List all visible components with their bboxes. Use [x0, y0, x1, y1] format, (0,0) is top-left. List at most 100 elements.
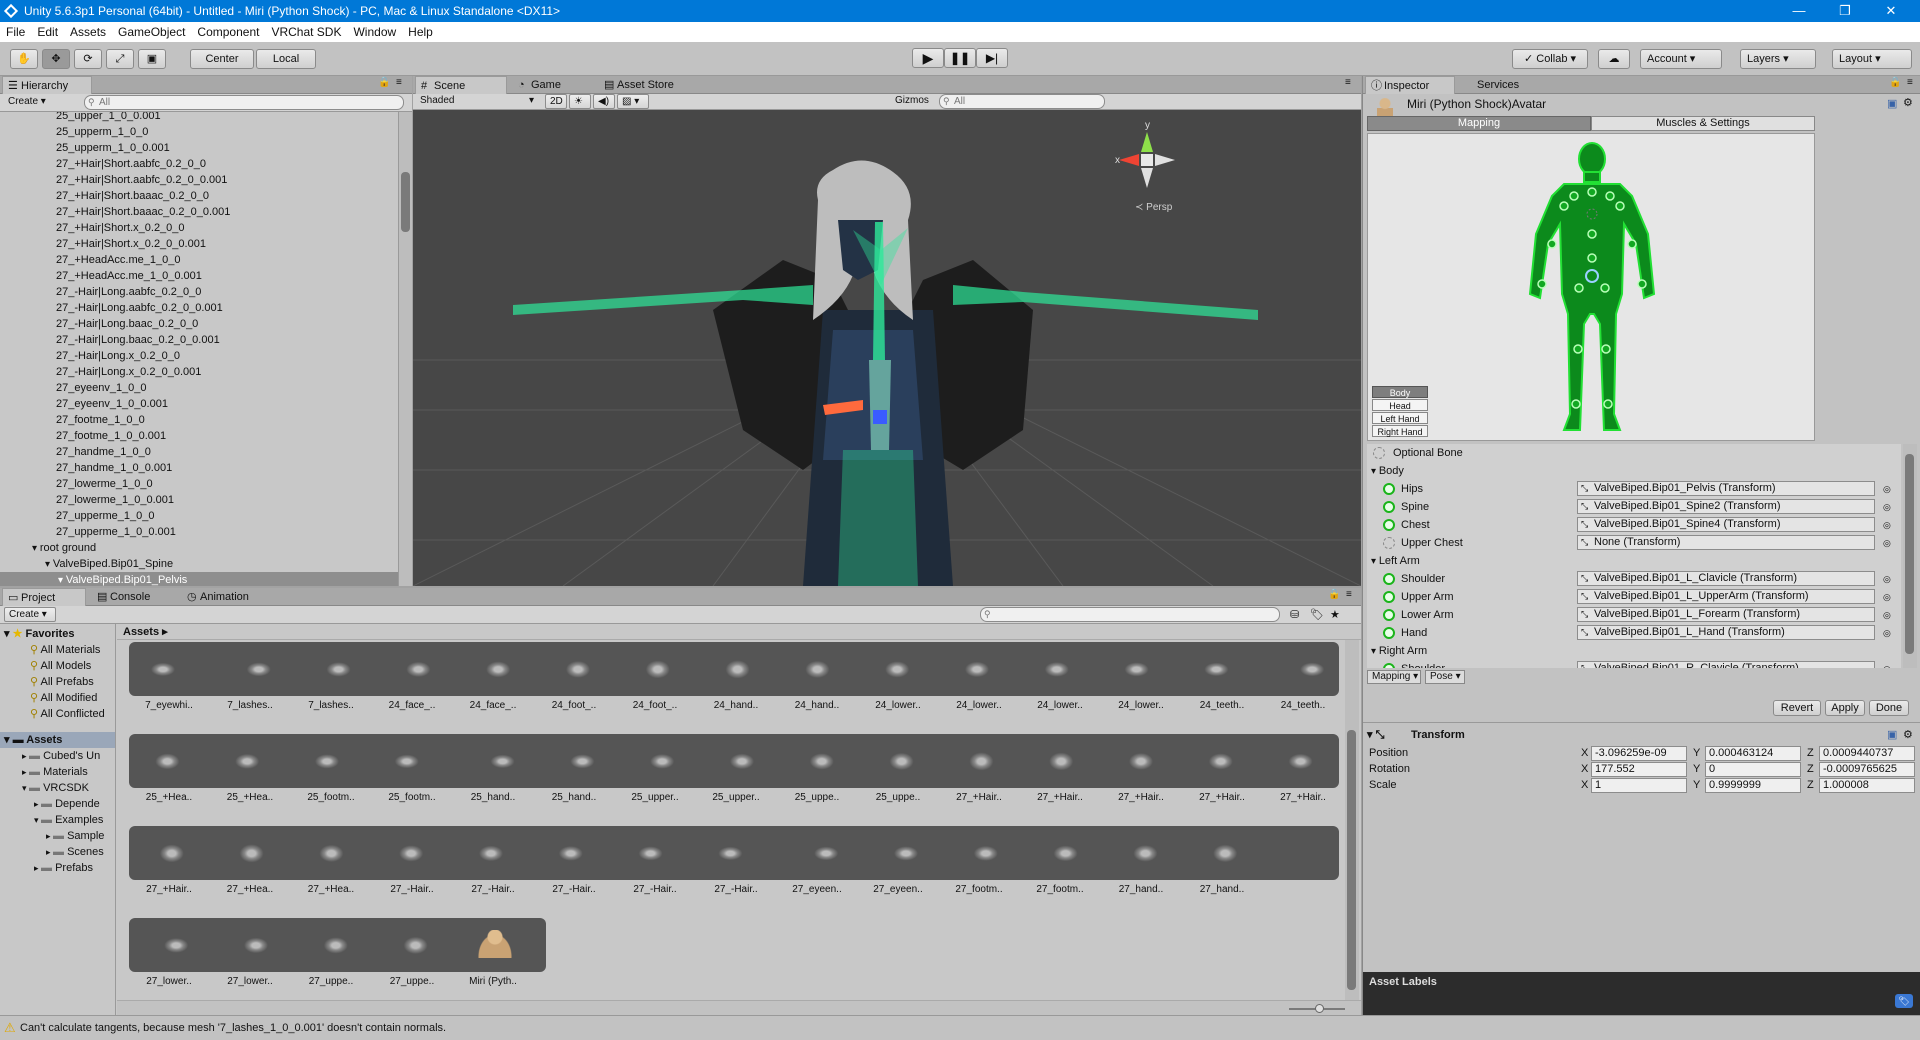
- head-view-button[interactable]: Head: [1372, 399, 1428, 411]
- asset-label[interactable]: 27_uppe..: [291, 976, 371, 992]
- play-button[interactable]: ▶: [912, 48, 944, 68]
- status-bar[interactable]: ⚠ Can't calculate tangents, because mesh…: [0, 1015, 1920, 1040]
- hierarchy-item[interactable]: ▾ ValveBiped.Bip01_Spine: [0, 556, 398, 572]
- pose-dropdown[interactable]: Pose ▾: [1425, 670, 1465, 684]
- asset-thumbnail[interactable]: [799, 746, 839, 774]
- position-x-field[interactable]: -3.096259e-09: [1591, 746, 1687, 761]
- tab-asset-store[interactable]: ▤ Asset Store: [599, 76, 709, 94]
- menu-window[interactable]: Window: [347, 22, 402, 42]
- object-picker-icon[interactable]: ◎: [1883, 624, 1891, 642]
- hierarchy-item[interactable]: 27_+Hair|Short.x_0.2_0_0: [0, 220, 398, 236]
- asset-thumbnail[interactable]: [232, 654, 272, 682]
- hierarchy-item[interactable]: ▾ root ground: [0, 540, 398, 556]
- asset-thumbnail[interactable]: [637, 654, 677, 682]
- hierarchy-create-button[interactable]: Create ▾: [4, 95, 56, 110]
- favorite-item[interactable]: ⚲ All Models: [30, 658, 91, 674]
- asset-label[interactable]: 25_upper..: [615, 792, 695, 808]
- menu-gameobject[interactable]: GameObject: [112, 22, 191, 42]
- left-hand-view-button[interactable]: Left Hand: [1372, 412, 1428, 424]
- expand-arrow-icon[interactable]: ▸: [22, 767, 29, 777]
- object-picker-icon[interactable]: ◎: [1883, 606, 1891, 624]
- rect-tool-button[interactable]: ▣: [138, 49, 166, 69]
- effects-dropdown[interactable]: ▨ ▾: [617, 94, 649, 109]
- asset-label[interactable]: 27_+Hair..: [1182, 792, 1262, 808]
- expand-arrow-icon[interactable]: ▾: [34, 815, 41, 825]
- gear-icon[interactable]: ⚙: [1903, 726, 1913, 744]
- asset-thumbnail[interactable]: [1204, 654, 1244, 682]
- expand-arrow-icon[interactable]: ▸: [34, 863, 41, 873]
- asset-thumbnail[interactable]: [313, 930, 353, 958]
- rotation-x-field[interactable]: 177.552: [1591, 762, 1687, 777]
- asset-thumbnail[interactable]: [1042, 746, 1082, 774]
- tab-project[interactable]: ▭ Project: [2, 588, 86, 606]
- bone-status-icon[interactable]: [1383, 483, 1395, 495]
- hierarchy-item[interactable]: 27_-Hair|Long.x_0.2_0_0: [0, 348, 398, 364]
- asset-label[interactable]: 27_-Hair..: [372, 884, 452, 900]
- hierarchy-item[interactable]: 25_upperm_1_0_0: [0, 124, 398, 140]
- asset-thumbnail[interactable]: [313, 654, 353, 682]
- bone-transform-field[interactable]: ⤡ ValveBiped.Bip01_L_Hand (Transform): [1577, 625, 1875, 640]
- lock-icon[interactable]: 🔒: [1889, 77, 1901, 88]
- bone-transform-field[interactable]: ⤡ ValveBiped.Bip01_L_Clavicle (Transform): [1577, 571, 1875, 586]
- folder-tree-item[interactable]: ▸ ▬ Materials: [22, 764, 88, 780]
- asset-label[interactable]: 24_foot_..: [615, 700, 695, 716]
- tab-inspector[interactable]: ⓘ Inspector: [1365, 76, 1455, 94]
- object-picker-icon[interactable]: ◎: [1883, 660, 1891, 668]
- project-scrollbar[interactable]: [1345, 640, 1359, 1000]
- tab-services[interactable]: Services: [1459, 76, 1539, 94]
- hierarchy-scroll-thumb[interactable]: [401, 172, 410, 232]
- asset-thumbnail[interactable]: [475, 654, 515, 682]
- asset-thumbnail[interactable]: [637, 746, 677, 774]
- object-picker-icon[interactable]: ◎: [1883, 498, 1891, 516]
- asset-thumbnail[interactable]: [556, 654, 596, 682]
- asset-label[interactable]: 27_uppe..: [372, 976, 452, 992]
- gear-icon[interactable]: ⚙: [1903, 96, 1913, 109]
- asset-thumbnail[interactable]: [718, 746, 758, 774]
- asset-thumbnail[interactable]: [1204, 746, 1244, 774]
- hierarchy-item[interactable]: 27_+Hair|Short.x_0.2_0_0.001: [0, 236, 398, 252]
- tab-hierarchy[interactable]: ☰ Hierarchy: [2, 76, 92, 94]
- asset-label[interactable]: 27_-Hair..: [453, 884, 533, 900]
- lighting-toggle[interactable]: ☀: [569, 94, 591, 109]
- mapping-tab[interactable]: Mapping: [1367, 116, 1591, 131]
- tab-console[interactable]: ▤ Console: [92, 588, 176, 606]
- bone-group-header[interactable]: ▾ Body: [1367, 462, 1901, 480]
- right-hand-view-button[interactable]: Right Hand: [1372, 425, 1428, 437]
- asset-thumbnail[interactable]: [475, 746, 515, 774]
- hierarchy-item[interactable]: 25_upperm_1_0_0.001: [0, 140, 398, 156]
- hierarchy-item[interactable]: 25_upper_1_0_0.001: [0, 112, 398, 124]
- bone-status-icon[interactable]: [1383, 573, 1395, 585]
- star-icon[interactable]: ★: [1330, 608, 1340, 621]
- hierarchy-item[interactable]: 27_+Hair|Short.baaac_0.2_0_0.001: [0, 204, 398, 220]
- asset-label[interactable]: 24_foot_..: [534, 700, 614, 716]
- asset-label[interactable]: 27_-Hair..: [696, 884, 776, 900]
- folder-tree-item[interactable]: ▸ ▬ Scenes: [46, 844, 104, 860]
- done-button[interactable]: Done: [1869, 700, 1909, 716]
- object-picker-icon[interactable]: ◎: [1883, 534, 1891, 552]
- expand-arrow-icon[interactable]: ▸: [46, 847, 53, 857]
- minimize-button[interactable]: —: [1776, 0, 1822, 22]
- bone-group-header[interactable]: ▾ Right Arm: [1367, 642, 1901, 660]
- close-button[interactable]: ✕: [1868, 0, 1914, 22]
- asset-label[interactable]: 7_lashes..: [210, 700, 290, 716]
- expand-arrow-icon[interactable]: ▸: [34, 799, 41, 809]
- asset-label[interactable]: 27_-Hair..: [615, 884, 695, 900]
- hierarchy-item[interactable]: 27_-Hair|Long.baac_0.2_0_0: [0, 316, 398, 332]
- folder-tree-item[interactable]: ▸ ▬ Sample: [46, 828, 104, 844]
- asset-label[interactable]: 24_lower..: [1020, 700, 1100, 716]
- collab-button[interactable]: ✓ Collab ▾: [1512, 49, 1588, 69]
- apply-button[interactable]: Apply: [1825, 700, 1865, 716]
- hierarchy-item[interactable]: ▾ ValveBiped.Bip01_Pelvis: [0, 572, 398, 586]
- bone-status-icon[interactable]: [1383, 591, 1395, 603]
- asset-thumbnail[interactable]: [151, 838, 191, 866]
- asset-thumbnail[interactable]: [880, 838, 920, 866]
- asset-thumbnail[interactable]: [313, 746, 353, 774]
- asset-thumbnail[interactable]: [718, 654, 758, 682]
- object-picker-icon[interactable]: ◎: [1883, 588, 1891, 606]
- asset-label[interactable]: 25_+Hea..: [210, 792, 290, 808]
- project-scroll-thumb[interactable]: [1347, 730, 1356, 990]
- body-view-button[interactable]: Body: [1372, 386, 1428, 398]
- asset-label[interactable]: 27_eyeen..: [858, 884, 938, 900]
- rotate-tool-button[interactable]: ⟳: [74, 49, 102, 69]
- folder-tree-item[interactable]: ▾ ▬ Examples: [34, 812, 103, 828]
